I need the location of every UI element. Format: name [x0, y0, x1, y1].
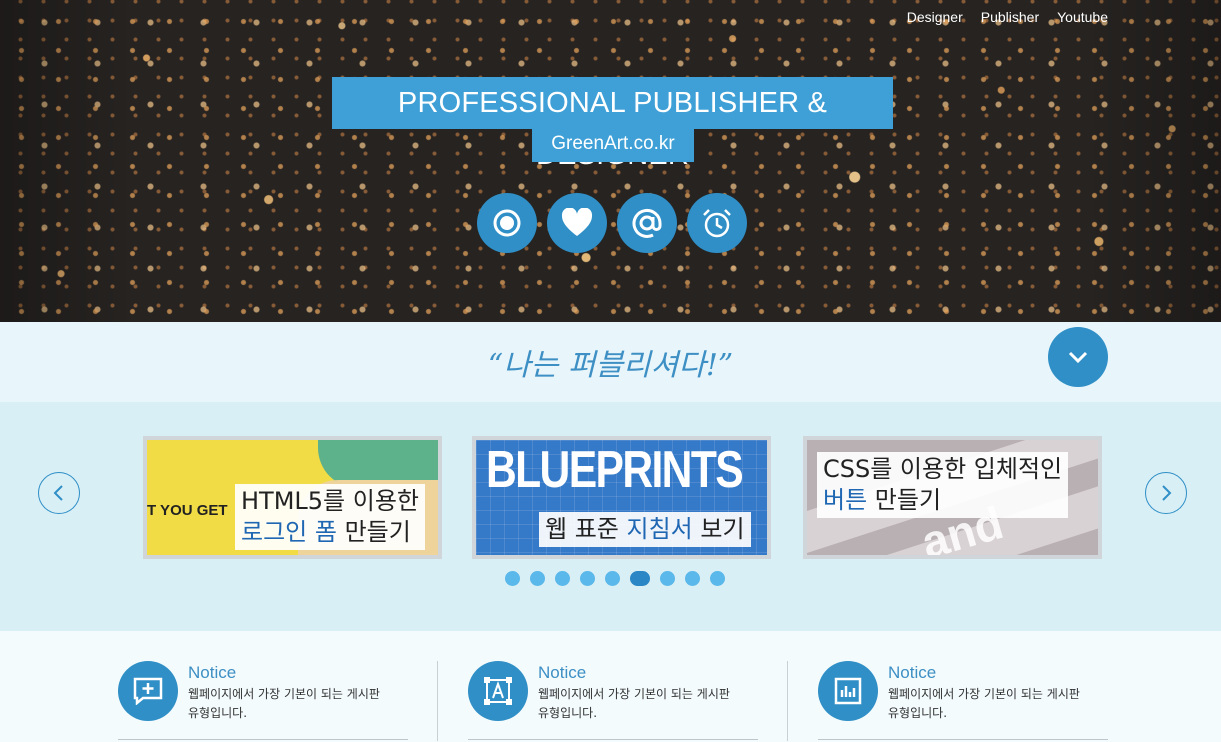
pagination-dot[interactable]: [505, 571, 520, 586]
slide-card-css-buttons[interactable]: and inte CSS를 이용한 입체적인 버튼 만들기: [803, 436, 1102, 559]
slider-pagination: [505, 571, 725, 586]
notice-card[interactable]: Notice 웹페이지에서 가장 기본이 되는 게시판유형입니다.: [468, 661, 758, 741]
slider-next-button[interactable]: [1145, 472, 1187, 514]
divider: [787, 661, 788, 741]
notice-desc-line2: 유형입니다.: [538, 706, 598, 720]
notice-desc-line2: 유형입니다.: [188, 706, 248, 720]
pagination-dot[interactable]: [530, 571, 545, 586]
notice-description: 웹페이지에서 가장 기본이 되는 게시판유형입니다.: [538, 685, 758, 723]
card-caption-line1: CSS를 이용한 입체적인: [823, 455, 1063, 483]
pagination-dot[interactable]: [605, 571, 620, 586]
card-caption-post: 보기: [692, 515, 745, 543]
notice-description: 웹페이지에서 가장 기본이 되는 게시판유형입니다.: [888, 685, 1108, 723]
scroll-down-button[interactable]: [1048, 327, 1108, 387]
slide-card-login-form[interactable]: T YOU GET HTML5를 이용한 로그인 폼 만들기: [143, 436, 442, 559]
notice-desc-line2: 유형입니다.: [888, 706, 948, 720]
hero-banner: Designer Publisher Youtube PROFESSIONAL …: [0, 0, 1221, 322]
slide-card-web-standards[interactable]: BLUEPRINTS 웹 표준 지침서 보기: [472, 436, 771, 559]
divider: [818, 739, 1108, 740]
letter-a-icon: [468, 661, 528, 721]
top-nav: Designer Publisher Youtube: [907, 9, 1108, 25]
divider: [118, 739, 408, 740]
chevron-down-icon: [1068, 351, 1088, 364]
card-caption-rest: 만들기: [867, 486, 942, 514]
hero-subtitle: GreenArt.co.kr: [532, 126, 694, 162]
notice-title[interactable]: Notice: [538, 663, 586, 683]
notice-description: 웹페이지에서 가장 기본이 되는 게시판유형입니다.: [188, 685, 408, 723]
nav-designer[interactable]: Designer: [907, 9, 963, 25]
nav-publisher[interactable]: Publisher: [981, 9, 1039, 25]
divider: [437, 661, 438, 741]
card-caption: 웹 표준 지침서 보기: [539, 512, 751, 547]
hero-title: PROFESSIONAL PUBLISHER & DESIGNER: [332, 77, 893, 171]
nav-youtube[interactable]: Youtube: [1057, 9, 1108, 25]
quote-text: “나는 퍼블리셔다!”: [487, 348, 734, 383]
plus-square-icon: [118, 661, 178, 721]
card-caption-highlight: 버튼: [823, 486, 868, 514]
slider-prev-button[interactable]: [38, 472, 80, 514]
card-caption-highlight: 로그인 폼: [241, 518, 337, 546]
notice-section: Notice 웹페이지에서 가장 기본이 되는 게시판유형입니다. Notice…: [0, 631, 1221, 742]
at-icon[interactable]: [617, 193, 677, 253]
bar-chart-icon: [818, 661, 878, 721]
quote-bar: “나는 퍼블리셔다!”: [0, 322, 1221, 402]
notice-title[interactable]: Notice: [888, 663, 936, 683]
pagination-dot[interactable]: [580, 571, 595, 586]
pagination-dot[interactable]: [630, 571, 650, 586]
notice-title[interactable]: Notice: [188, 663, 236, 683]
target-icon[interactable]: [477, 193, 537, 253]
chevron-left-icon: [53, 485, 63, 501]
pagination-dot[interactable]: [685, 571, 700, 586]
pagination-dot[interactable]: [660, 571, 675, 586]
alarm-icon[interactable]: [687, 193, 747, 253]
pagination-dot[interactable]: [555, 571, 570, 586]
notice-desc-line1: 웹페이지에서 가장 기본이 되는 게시판: [188, 687, 380, 701]
card-caption: HTML5를 이용한 로그인 폼 만들기: [235, 484, 426, 550]
chevron-right-icon: [1162, 485, 1172, 501]
card-caption-highlight: 지침서: [626, 515, 693, 543]
card-caption-line1: HTML5를 이용한: [241, 487, 420, 515]
notice-card[interactable]: Notice 웹페이지에서 가장 기본이 되는 게시판유형입니다.: [118, 661, 408, 741]
notice-desc-line1: 웹페이지에서 가장 기본이 되는 게시판: [888, 687, 1080, 701]
pagination-dot[interactable]: [710, 571, 725, 586]
card-caption: CSS를 이용한 입체적인 버튼 만들기: [817, 452, 1069, 518]
divider: [468, 739, 758, 740]
heart-icon[interactable]: [547, 193, 607, 253]
card-bg-text: T YOU GET: [147, 502, 228, 519]
slider: T YOU GET HTML5를 이용한 로그인 폼 만들기 BLUEPRINT…: [0, 402, 1221, 631]
card-caption-rest: 만들기: [336, 518, 411, 546]
hero-icon-row: [477, 193, 747, 253]
card-bg-text: BLUEPRINTS: [486, 441, 744, 499]
notice-card[interactable]: Notice 웹페이지에서 가장 기본이 되는 게시판유형입니다.: [818, 661, 1108, 741]
notice-desc-line1: 웹페이지에서 가장 기본이 되는 게시판: [538, 687, 730, 701]
card-caption-pre: 웹 표준: [545, 515, 627, 543]
